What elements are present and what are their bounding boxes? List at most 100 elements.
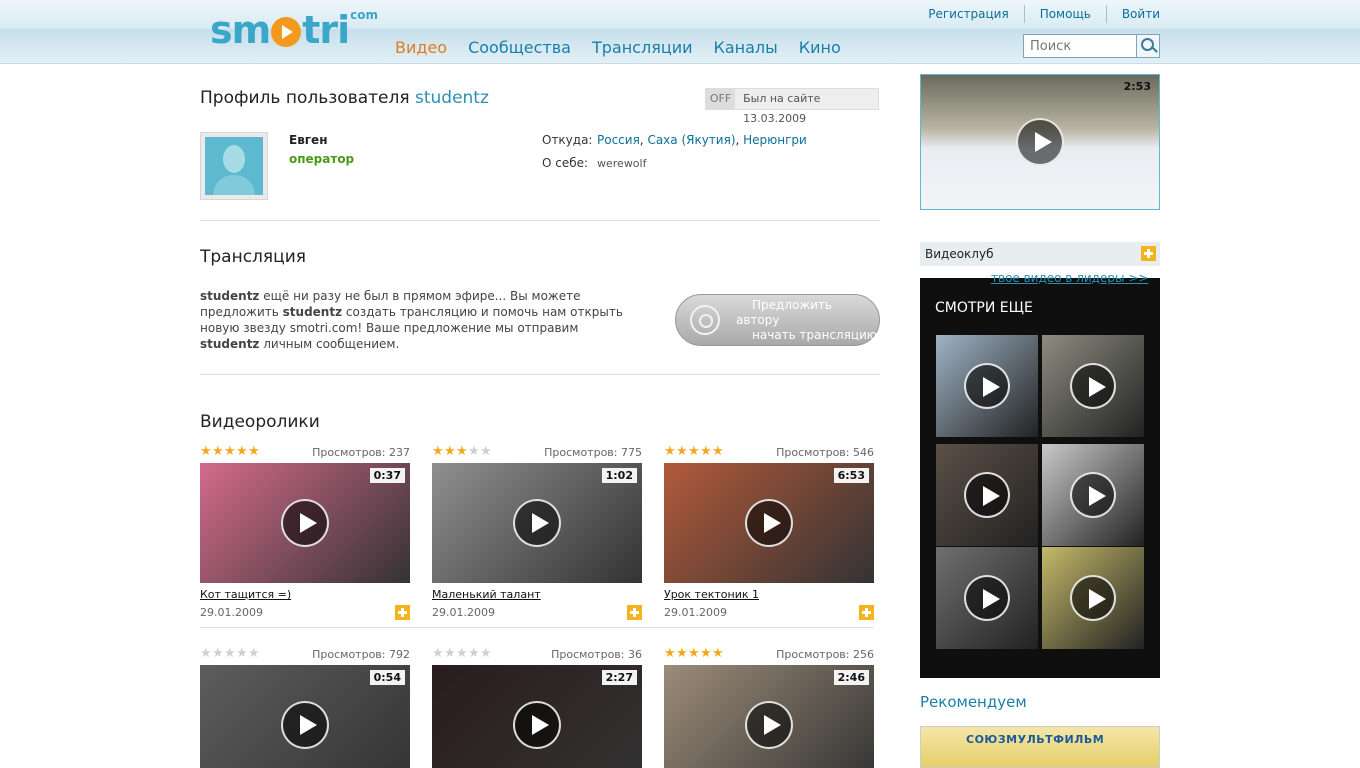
- last-seen-text: Был на сайте 13.03.2009: [743, 92, 821, 125]
- plus-icon[interactable]: [627, 605, 642, 620]
- watch-more-thumbnail[interactable]: [1042, 547, 1144, 649]
- recommend-banner[interactable]: СОЮЗМУЛЬТФИЛЬМ: [920, 726, 1160, 768]
- plus-icon[interactable]: [1141, 246, 1156, 261]
- play-icon[interactable]: [964, 472, 1010, 518]
- video-thumbnail[interactable]: 1:02: [432, 463, 642, 583]
- star-icon[interactable]: ★: [432, 647, 444, 661]
- videoclub-bar[interactable]: Видеоклуб: [920, 242, 1160, 266]
- star-icon[interactable]: ★: [248, 445, 260, 459]
- star-icon[interactable]: ★: [676, 647, 688, 661]
- play-icon[interactable]: [745, 499, 793, 547]
- play-icon[interactable]: [1070, 575, 1116, 621]
- play-icon[interactable]: [281, 499, 329, 547]
- featured-video[interactable]: 2:53: [920, 74, 1160, 210]
- nav-communities[interactable]: Сообщества: [468, 38, 571, 57]
- star-icon[interactable]: ★: [664, 647, 676, 661]
- video-thumbnail[interactable]: 2:46: [664, 665, 874, 768]
- view-count: Просмотров: 546: [776, 446, 874, 459]
- help-link[interactable]: Помощь: [1023, 5, 1106, 23]
- star-icon[interactable]: ★: [480, 647, 492, 661]
- star-icon[interactable]: ★: [664, 445, 676, 459]
- star-icon[interactable]: ★: [248, 647, 260, 661]
- watch-more-thumbnail[interactable]: [936, 444, 1038, 546]
- star-icon[interactable]: ★: [676, 445, 688, 459]
- video-title-link[interactable]: Кот тащится =): [200, 588, 291, 601]
- nav-broadcasts[interactable]: Трансляции: [592, 38, 693, 57]
- video-thumbnail[interactable]: 0:54: [200, 665, 410, 768]
- region-link[interactable]: Саха (Якутия): [647, 133, 735, 147]
- star-icon[interactable]: ★: [200, 647, 212, 661]
- star-icon[interactable]: ★: [700, 445, 712, 459]
- video-title-link[interactable]: Маленький талант: [432, 588, 541, 601]
- suggest-broadcast-button[interactable]: Предложить автору начать трансляцию: [675, 294, 880, 346]
- city-link[interactable]: Нерюнгри: [743, 133, 807, 147]
- nav-channels[interactable]: Каналы: [714, 38, 778, 57]
- play-icon[interactable]: [513, 499, 561, 547]
- play-icon[interactable]: [1016, 118, 1064, 166]
- nav-movies[interactable]: Кино: [799, 38, 841, 57]
- nav-video[interactable]: Видео: [395, 38, 447, 57]
- star-icon[interactable]: ★: [444, 647, 456, 661]
- title-prefix: Профиль пользователя: [200, 88, 410, 108]
- site-logo[interactable]: sm tri com: [210, 8, 378, 52]
- star-icon[interactable]: ★: [468, 445, 480, 459]
- star-icon[interactable]: ★: [432, 445, 444, 459]
- leader-link[interactable]: твое видео в лидеры >>: [991, 271, 1148, 285]
- star-icon[interactable]: ★: [688, 445, 700, 459]
- plus-icon[interactable]: [395, 605, 410, 620]
- play-icon[interactable]: [513, 701, 561, 749]
- logo-play-icon: [271, 17, 302, 47]
- star-icon[interactable]: ★: [200, 445, 212, 459]
- plus-icon[interactable]: [859, 605, 874, 620]
- play-icon[interactable]: [281, 701, 329, 749]
- video-title-link[interactable]: Урок тектоник 1: [664, 588, 759, 601]
- star-icon[interactable]: ★: [688, 647, 700, 661]
- country-link[interactable]: Россия: [597, 133, 640, 147]
- star-icon[interactable]: ★: [456, 445, 468, 459]
- site-header: sm tri com Видео Сообщества Трансляции Ка…: [0, 0, 1360, 64]
- logo-text-a: sm: [210, 8, 271, 52]
- rating-stars[interactable]: ★ ★ ★ ★ ★: [664, 647, 724, 661]
- star-icon[interactable]: ★: [212, 445, 224, 459]
- star-icon[interactable]: ★: [456, 647, 468, 661]
- rating-stars[interactable]: ★ ★ ★ ★ ★: [200, 445, 260, 459]
- rating-stars[interactable]: ★ ★ ★ ★ ★: [432, 647, 492, 661]
- star-icon[interactable]: ★: [224, 445, 236, 459]
- login-link[interactable]: Войти: [1105, 5, 1160, 23]
- register-link[interactable]: Регистрация: [913, 5, 1023, 23]
- play-icon[interactable]: [964, 363, 1010, 409]
- rating-stars[interactable]: ★ ★ ★ ★ ★: [200, 647, 260, 661]
- star-icon[interactable]: ★: [468, 647, 480, 661]
- watch-more-thumbnail[interactable]: [1042, 444, 1144, 546]
- rating-stars[interactable]: ★ ★ ★ ★ ★: [664, 445, 724, 459]
- watch-more-thumbnail[interactable]: [936, 547, 1038, 649]
- video-thumbnail[interactable]: 6:53: [664, 463, 874, 583]
- play-icon[interactable]: [1070, 472, 1116, 518]
- status-off-badge: OFF: [706, 89, 736, 109]
- suggest-line-1: Предложить автору: [736, 297, 833, 327]
- star-icon[interactable]: ★: [712, 647, 724, 661]
- play-icon[interactable]: [1070, 363, 1116, 409]
- view-count: Просмотров: 792: [312, 648, 410, 661]
- star-icon[interactable]: ★: [212, 647, 224, 661]
- search-icon[interactable]: [1137, 34, 1160, 58]
- rating-stars[interactable]: ★ ★ ★ ★ ★: [432, 445, 492, 459]
- video-thumbnail[interactable]: 0:37: [200, 463, 410, 583]
- star-icon[interactable]: ★: [224, 647, 236, 661]
- title-username[interactable]: studentz: [415, 88, 489, 108]
- search-input[interactable]: [1023, 34, 1137, 58]
- video-duration: 1:02: [601, 468, 637, 483]
- watch-more-thumbnail[interactable]: [936, 335, 1038, 437]
- star-icon[interactable]: ★: [236, 445, 248, 459]
- star-icon[interactable]: ★: [236, 647, 248, 661]
- star-icon[interactable]: ★: [712, 445, 724, 459]
- star-icon[interactable]: ★: [700, 647, 712, 661]
- star-icon[interactable]: ★: [480, 445, 492, 459]
- avatar[interactable]: [200, 132, 268, 200]
- watch-more-thumbnail[interactable]: [1042, 335, 1144, 437]
- from-label: Откуда:: [542, 133, 593, 147]
- video-thumbnail[interactable]: 2:27: [432, 665, 642, 768]
- play-icon[interactable]: [964, 575, 1010, 621]
- play-icon[interactable]: [745, 701, 793, 749]
- star-icon[interactable]: ★: [444, 445, 456, 459]
